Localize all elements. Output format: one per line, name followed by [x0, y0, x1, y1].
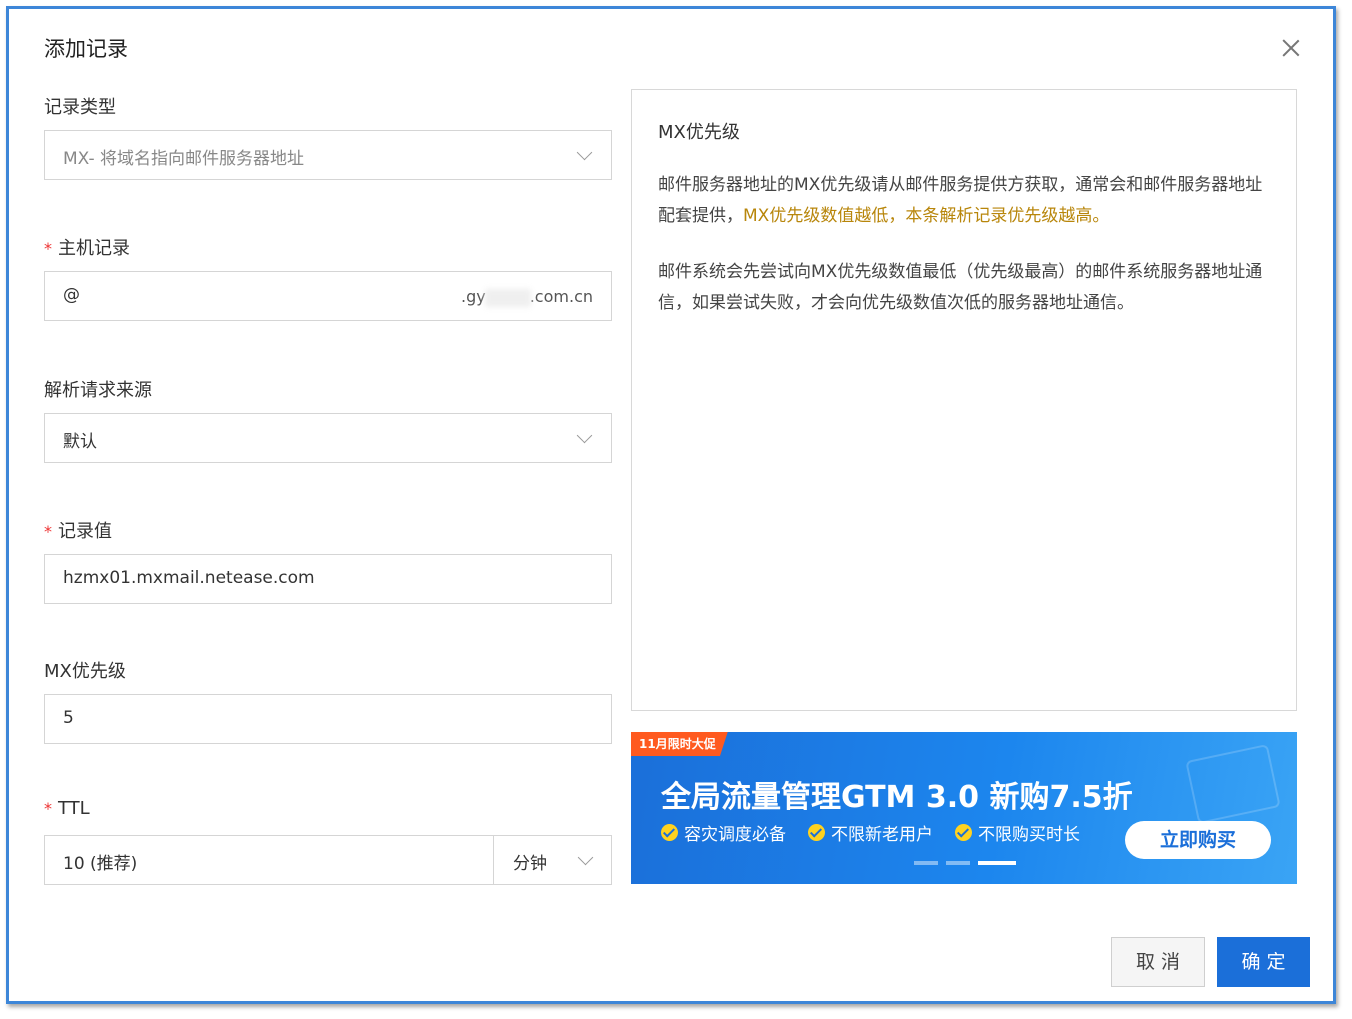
host-label-text: 主机记录	[58, 238, 130, 259]
redacted-domain	[485, 289, 531, 307]
chevron-down-icon	[576, 427, 593, 444]
promo-feature: 容灾调度必备	[661, 820, 786, 845]
chevron-down-icon	[576, 144, 593, 161]
ttl-label-text: TTL	[58, 798, 90, 819]
buy-now-button[interactable]: 立即购买	[1125, 821, 1271, 859]
required-mark: *	[44, 239, 52, 258]
ttl-unit-select[interactable]: 分钟	[493, 835, 612, 885]
promo-headline: 全局流量管理GTM 3.0 新购7.5折	[661, 780, 1133, 815]
confirm-button[interactable]: 确 定	[1217, 937, 1310, 987]
dialog-title: 添加记录	[44, 37, 128, 61]
chevron-down-icon	[577, 849, 594, 866]
source-select[interactable]: 默认	[44, 413, 612, 463]
promo-feature-text: 不限购买时长	[978, 825, 1080, 845]
ttl-unit-value: 分钟	[513, 854, 547, 874]
carousel-dot[interactable]	[946, 861, 970, 865]
record-value: hzmx01.mxmail.netease.com	[63, 568, 315, 588]
promo-feature: 不限购买时长	[955, 820, 1080, 845]
host-label: * 主机记录	[44, 234, 130, 260]
record-type-value: MX- 将域名指向邮件服务器地址	[63, 149, 305, 169]
check-circle-icon	[661, 824, 678, 841]
carousel-dot[interactable]	[914, 861, 938, 865]
ttl-label: * TTL	[44, 798, 90, 819]
record-value-label-text: 记录值	[58, 521, 112, 542]
help-panel: MX优先级 邮件服务器地址的MX优先级请从邮件服务提供方获取，通常会和邮件服务器…	[631, 89, 1297, 711]
ttl-value: 10 (推荐)	[63, 854, 138, 874]
cancel-button[interactable]: 取 消	[1111, 937, 1205, 987]
promo-tag: 11月限时大促	[631, 732, 728, 756]
record-type-select[interactable]: MX- 将域名指向邮件服务器地址	[44, 130, 612, 180]
promo-feature: 不限新老用户	[808, 820, 933, 845]
mx-priority-input[interactable]: 5	[44, 694, 612, 744]
mx-priority-label: MX优先级	[44, 661, 126, 682]
domain-suffix-end: .com.cn	[529, 287, 593, 306]
help-paragraph-1: 邮件服务器地址的MX优先级请从邮件服务提供方获取，通常会和邮件服务器地址配套提供…	[658, 170, 1273, 232]
carousel-dot-active[interactable]	[978, 861, 1016, 865]
domain-suffix-prefix: .gy	[461, 287, 486, 306]
host-value: @	[63, 285, 80, 305]
banner-decoration	[1185, 743, 1281, 825]
required-mark: *	[44, 799, 52, 818]
record-value-input[interactable]: hzmx01.mxmail.netease.com	[44, 554, 612, 604]
close-icon[interactable]	[1280, 37, 1302, 59]
record-value-label: * 记录值	[44, 517, 112, 543]
check-circle-icon	[808, 824, 825, 841]
source-label: 解析请求来源	[44, 380, 152, 401]
help-title: MX优先级	[658, 122, 740, 143]
promo-features: 容灾调度必备 不限新老用户 不限购买时长	[661, 820, 1080, 845]
required-mark: *	[44, 522, 52, 541]
ttl-input[interactable]: 10 (推荐)	[44, 835, 494, 885]
mx-priority-value: 5	[63, 708, 74, 728]
host-input[interactable]: @ .gy .com.cn	[44, 271, 612, 321]
carousel-indicators	[914, 861, 1016, 865]
source-value: 默认	[63, 432, 97, 452]
promo-feature-text: 容灾调度必备	[684, 825, 786, 845]
check-circle-icon	[955, 824, 972, 841]
help-paragraph-2: 邮件系统会先尝试向MX优先级数值最低（优先级最高）的邮件系统服务器地址通信，如果…	[658, 262, 1263, 313]
record-type-label: 记录类型	[44, 97, 116, 118]
promo-feature-text: 不限新老用户	[831, 825, 933, 845]
help-highlight: MX优先级数值越低，本条解析记录优先级越高。	[743, 206, 1110, 226]
promo-banner[interactable]: 11月限时大促 全局流量管理GTM 3.0 新购7.5折 容灾调度必备 不限新老…	[631, 732, 1297, 884]
